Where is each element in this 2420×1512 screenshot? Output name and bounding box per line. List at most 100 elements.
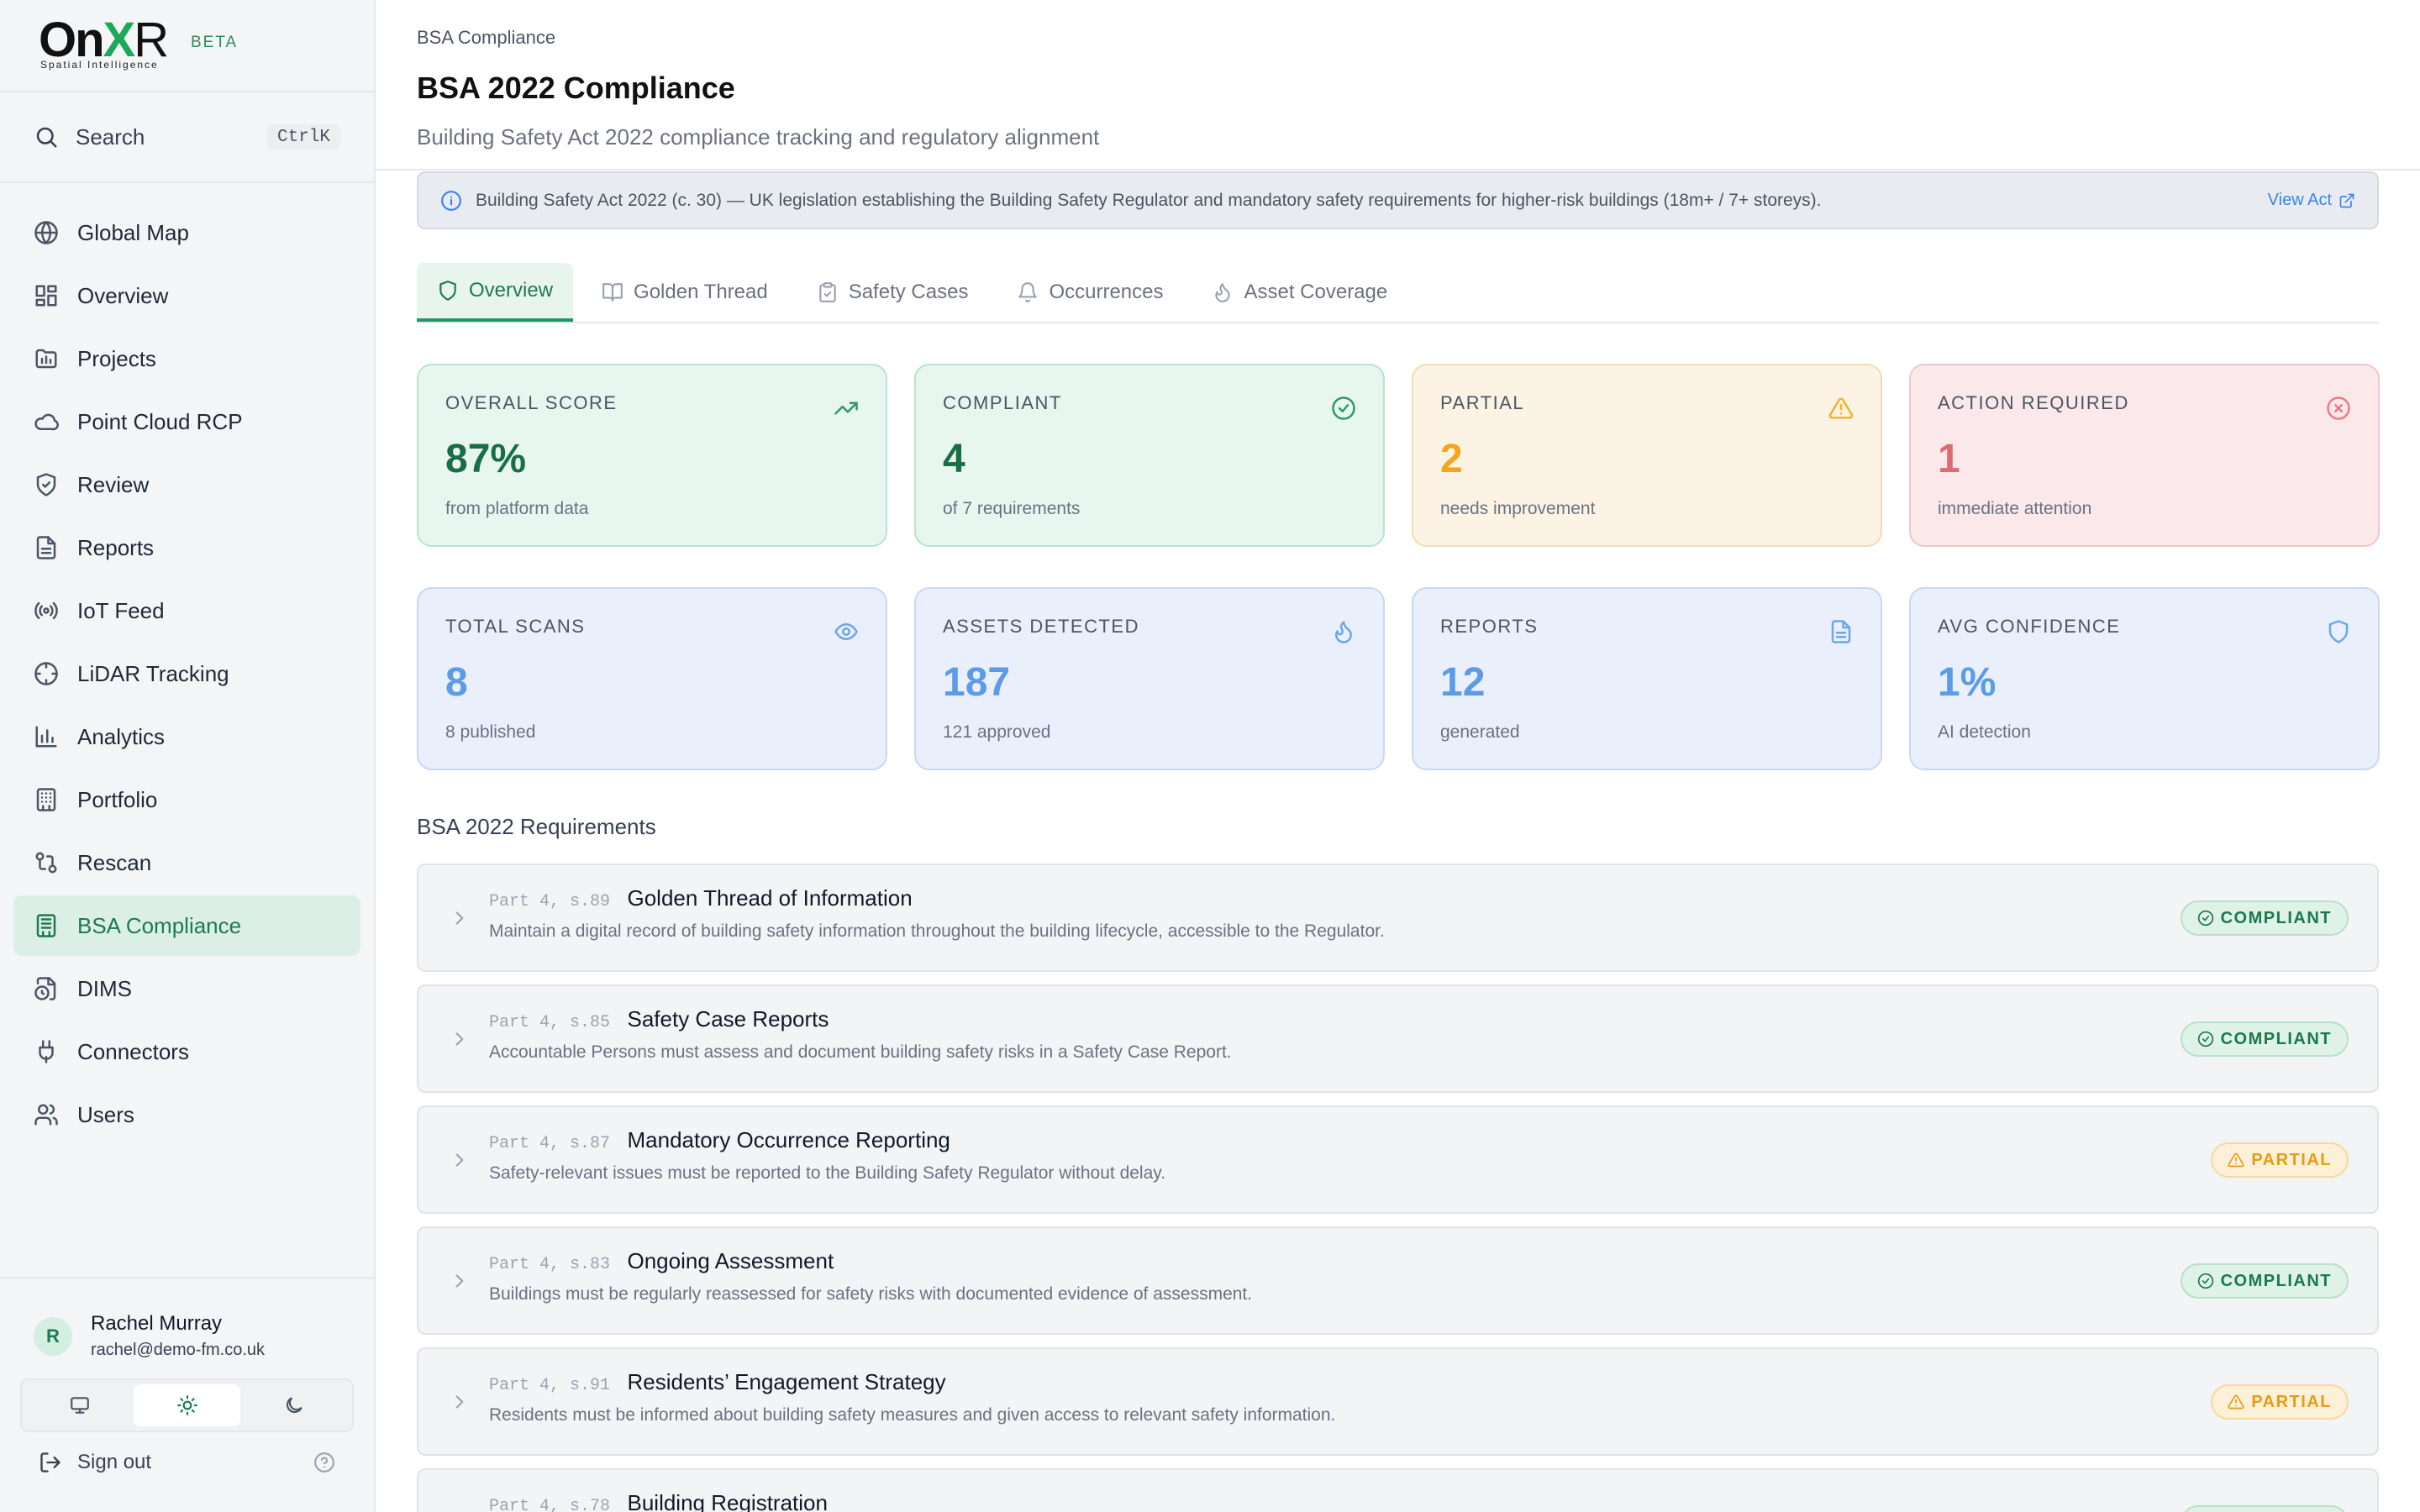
requirement-ref: Part 4, s.78 — [489, 1497, 611, 1512]
page-subtitle: Building Safety Act 2022 compliance trac… — [417, 124, 1100, 150]
status-badge-label: PARTIAL — [2251, 1392, 2332, 1411]
requirements-title: BSA 2022 Requirements — [417, 814, 656, 839]
stat-label: COMPLIANT — [943, 392, 1062, 413]
sidebar-item-lidar-tracking[interactable]: LiDAR Tracking — [13, 643, 360, 704]
chevron-right-icon — [455, 1032, 464, 1046]
stat-caption: 8 published — [445, 722, 536, 742]
tab-safety-cases[interactable]: Safety Cases — [797, 263, 989, 322]
stat-card-avg-confidence: AVG CONFIDENCE 1% AI detection — [1909, 587, 2380, 770]
content: Building Safety Act 2022 (c. 30) — UK le… — [376, 171, 2420, 1512]
tab-label: Safety Cases — [848, 281, 969, 303]
stat-value: 2 — [1440, 437, 1463, 481]
sidebar-item-bsa-compliance[interactable]: BSA Compliance — [13, 895, 360, 956]
requirement-row[interactable]: Part 4, s.91 Residents’ Engagement Strat… — [417, 1347, 2379, 1456]
building-icon — [36, 788, 56, 811]
check-circle-icon — [2197, 1273, 2213, 1289]
shield-check-icon — [36, 473, 56, 496]
requirement-title: Golden Thread of Information — [627, 885, 913, 911]
tab-overview[interactable]: Overview — [417, 263, 574, 322]
log-out-icon — [40, 1452, 60, 1473]
logo[interactable]: OnXR — [39, 16, 169, 65]
sidebar-item-dims[interactable]: DIMS — [13, 958, 360, 1019]
stat-value: 12 — [1440, 660, 1486, 705]
alert-triangle-icon — [2228, 1394, 2244, 1410]
flame-icon — [1335, 621, 1352, 643]
theme-light-button[interactable] — [133, 1384, 241, 1426]
search-button[interactable]: Search CtrlK — [0, 92, 374, 183]
requirement-title: Building Registration — [627, 1490, 828, 1512]
cloud-icon — [34, 413, 59, 431]
requirement-description: Safety-relevant issues must be reported … — [489, 1163, 1166, 1183]
sidebar-item-global-map[interactable]: Global Map — [13, 202, 360, 263]
chevron-right-icon — [455, 911, 464, 925]
stat-value: 8 — [445, 660, 468, 705]
x-circle-icon — [2327, 396, 2350, 420]
search-icon — [36, 127, 57, 148]
sidebar-item-label: Overview — [77, 282, 169, 308]
help-icon[interactable] — [313, 1452, 335, 1473]
status-badge: COMPLIANT — [2180, 1505, 2349, 1512]
moon-icon — [287, 1397, 302, 1414]
sidebar-item-connectors[interactable]: Connectors — [13, 1021, 360, 1082]
page-header: BSA Compliance BSA 2022 Compliance Build… — [376, 0, 2420, 171]
file-clock-icon — [34, 977, 56, 1000]
stat-label: REPORTS — [1440, 616, 1539, 637]
signout-button[interactable]: Sign out — [77, 1451, 313, 1474]
view-act-link[interactable]: View Act — [2268, 191, 2355, 210]
shield-icon — [439, 281, 456, 301]
user-profile[interactable]: R Rachel Murray rachel@demo-fm.co.uk — [0, 1278, 374, 1360]
info-icon — [441, 190, 461, 211]
alert-triangle-icon — [2228, 1152, 2244, 1168]
stat-label: ACTION REQUIRED — [1938, 392, 2129, 413]
book-open-icon — [602, 283, 623, 302]
globe-icon — [34, 221, 58, 244]
sidebar-item-review[interactable]: Review — [13, 454, 360, 515]
stats-row-platform: TOTAL SCANS 8 8 published ASSETS DETECTE… — [417, 587, 2380, 770]
user-name: Rachel Murray — [91, 1312, 223, 1335]
radio-icon — [34, 601, 58, 620]
requirement-row[interactable]: Part 4, s.83 Ongoing Assessment Building… — [417, 1226, 2379, 1335]
sidebar-item-label: Users — [77, 1101, 134, 1127]
sidebar-item-overview[interactable]: Overview — [13, 265, 360, 326]
requirement-row[interactable]: Part 4, s.78 Building Registration COMPL… — [417, 1468, 2379, 1512]
user-email: rachel@demo-fm.co.uk — [91, 1341, 266, 1359]
external-link-icon — [2339, 193, 2354, 207]
view-act-label: View Act — [2267, 191, 2332, 209]
requirement-ref: Part 4, s.91 — [489, 1376, 611, 1395]
stats-row-compliance: OVERALL SCORE 87% from platform data COM… — [417, 364, 2380, 547]
requirement-row[interactable]: Part 4, s.87 Mandatory Occurrence Report… — [417, 1105, 2379, 1214]
dashboard-icon — [35, 285, 57, 307]
file-text-icon — [36, 536, 56, 559]
requirement-row[interactable]: Part 4, s.89 Golden Thread of Informatio… — [417, 864, 2379, 972]
theme-dark-button[interactable] — [240, 1384, 348, 1426]
tab-occurrences[interactable]: Occurrences — [997, 263, 1183, 322]
stat-caption: from platform data — [445, 499, 589, 518]
sidebar-item-portfolio[interactable]: Portfolio — [13, 769, 360, 830]
sidebar-item-users[interactable]: Users — [13, 1084, 360, 1145]
tab-golden-thread[interactable]: Golden Thread — [581, 263, 788, 322]
status-badge: COMPLIANT — [2180, 1263, 2349, 1299]
main-content: BSA Compliance BSA 2022 Compliance Build… — [376, 0, 2420, 1512]
requirement-row[interactable]: Part 4, s.85 Safety Case Reports Account… — [417, 984, 2379, 1093]
monitor-icon — [70, 1397, 89, 1414]
sidebar-item-iot-feed[interactable]: IoT Feed — [13, 580, 360, 641]
sidebar-item-rescan[interactable]: Rescan — [13, 832, 360, 893]
stat-caption: generated — [1440, 722, 1520, 742]
tab-asset-coverage[interactable]: Asset Coverage — [1192, 263, 1407, 322]
sidebar-item-projects[interactable]: Projects — [13, 328, 360, 389]
requirement-description: Maintain a digital record of building sa… — [489, 921, 1385, 941]
stat-label: AVG CONFIDENCE — [1938, 616, 2121, 637]
sidebar-item-analytics[interactable]: Analytics — [13, 706, 360, 767]
status-badge: PARTIAL — [2211, 1384, 2349, 1420]
tab-bar: Overview Golden Thread Safety Cases Occu… — [417, 263, 2379, 323]
info-banner: Building Safety Act 2022 (c. 30) — UK le… — [417, 171, 2379, 229]
theme-system-button[interactable] — [26, 1384, 134, 1426]
shield-icon — [2328, 620, 2349, 643]
stat-value: 1% — [1938, 660, 1996, 705]
sidebar-item-point-cloud-rcp[interactable]: Point Cloud RCP — [13, 391, 360, 452]
sidebar-item-reports[interactable]: Reports — [13, 517, 360, 578]
stat-card-reports: REPORTS 12 generated — [1412, 587, 1882, 770]
breadcrumb[interactable]: BSA Compliance — [417, 27, 2379, 49]
chevron-right-icon — [455, 1274, 464, 1288]
stat-caption: of 7 requirements — [943, 499, 1081, 518]
